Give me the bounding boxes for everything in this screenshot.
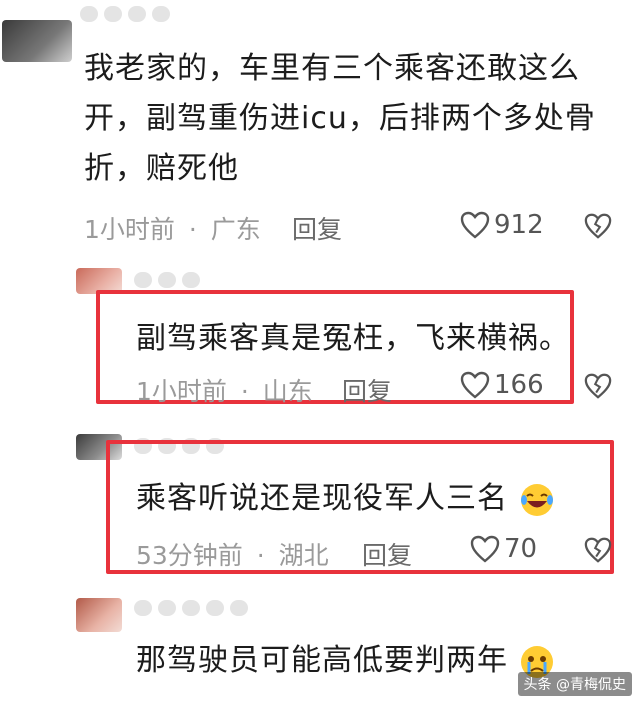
comment-time: 1小时前 (136, 377, 227, 406)
reply-button[interactable]: 回复 (362, 536, 412, 572)
avatar[interactable] (2, 20, 72, 62)
watermark: 头条 @青梅侃史 (517, 672, 632, 696)
like-count: 166 (494, 370, 544, 400)
heart-icon (470, 535, 500, 563)
reply-button[interactable]: 回复 (292, 210, 342, 246)
like-count: 912 (494, 210, 544, 240)
comment-meta: 1小时前 · 山东 (136, 372, 313, 408)
comment-location: 湖北 (278, 541, 329, 570)
like-button[interactable]: 70 (470, 534, 537, 564)
comment-text: 我老家的，车里有三个乘客还敢这么 开，副驾重伤进icu，后排两个多处骨 折，赔死… (84, 44, 624, 194)
heart-icon (460, 211, 490, 239)
comment-body: 乘客听说还是现役军人三名 (136, 481, 508, 516)
comment-location: 广东 (210, 215, 261, 244)
comment-text: 乘客听说还是现役军人三名 (136, 474, 555, 524)
heart-icon (460, 371, 490, 399)
comment-text: 副驾乘客真是冤枉，飞来横祸。 (136, 321, 570, 356)
comment-meta: 53分钟前 · 湖北 (136, 536, 329, 572)
dislike-icon[interactable] (584, 372, 612, 400)
like-button[interactable]: 166 (460, 370, 544, 400)
dislike-icon[interactable] (584, 536, 612, 564)
like-count: 70 (504, 534, 538, 564)
comment-line: 开，副驾重伤进icu，后排两个多处骨 (84, 101, 596, 136)
comment-location: 山东 (262, 377, 313, 406)
username-blurred[interactable] (80, 6, 170, 22)
comment-time: 1小时前 (84, 215, 175, 244)
comment-time: 53分钟前 (136, 541, 243, 570)
comment-meta: 1小时前 · 广东 (84, 210, 261, 246)
separator: · (188, 215, 197, 244)
username-blurred[interactable] (134, 600, 248, 616)
comment-text: 那驾驶员可能高低要判两年 (136, 636, 555, 686)
comment-line: 我老家的，车里有三个乘客还敢这么 (84, 51, 580, 86)
dislike-icon[interactable] (584, 212, 612, 240)
like-button[interactable]: 912 (460, 210, 544, 240)
comment-line: 折，赔死他 (84, 151, 239, 186)
comment-body: 那驾驶员可能高低要判两年 (136, 643, 508, 678)
reply-button[interactable]: 回复 (342, 372, 392, 408)
avatar[interactable] (76, 598, 122, 632)
username-blurred[interactable] (134, 272, 200, 288)
separator: · (240, 377, 249, 406)
laughing-crying-emoji-icon (520, 483, 553, 516)
separator: · (256, 541, 265, 570)
